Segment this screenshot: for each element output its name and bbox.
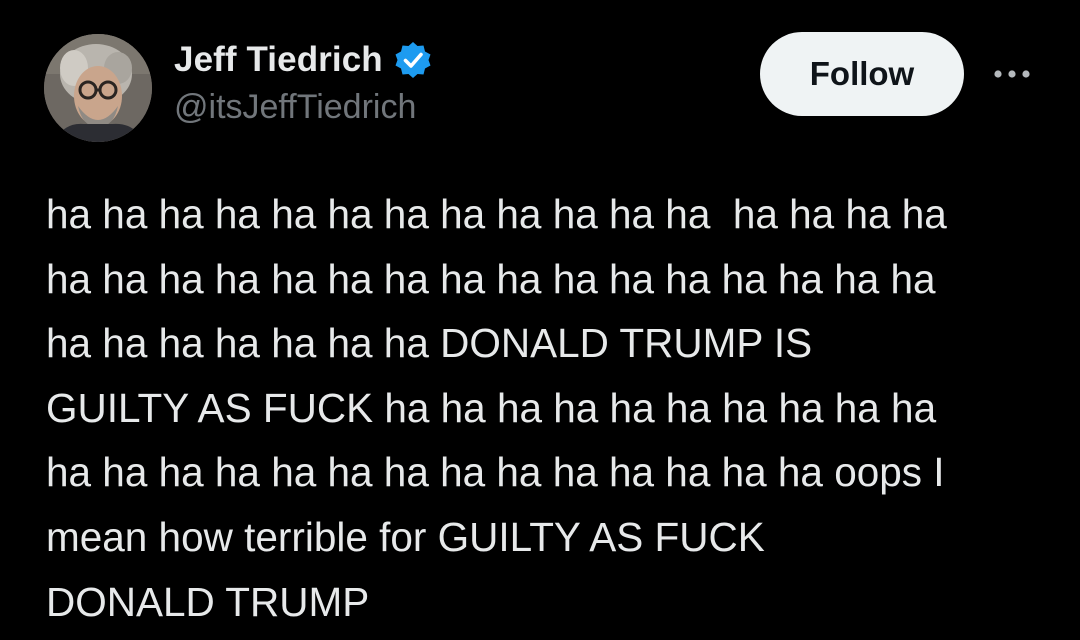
tweet-text-line: ha ha ha ha ha ha ha ha ha ha ha ha ha h… (46, 255, 936, 302)
tweet-text-line: DONALD TRUMP (46, 578, 370, 625)
tweet-card: Jeff Tiedrich @itsJeffTiedrich Follow ha… (0, 0, 1080, 640)
tweet-text-line: ha ha ha ha ha ha ha ha ha ha ha ha ha h… (46, 449, 945, 496)
author-avatar[interactable] (44, 34, 152, 142)
author-handle[interactable]: @itsJeffTiedrich (174, 88, 416, 127)
verified-badge-icon (393, 40, 433, 80)
more-options-icon[interactable] (988, 56, 1036, 92)
tweet-text-line: mean how terrible for GUILTY AS FUCK (46, 513, 765, 560)
tweet-text-line: ha ha ha ha ha ha ha DONALD TRUMP IS (46, 320, 813, 367)
follow-button[interactable]: Follow (760, 32, 964, 116)
tweet-text: ha ha ha ha ha ha ha ha ha ha ha ha ha h… (46, 182, 1056, 634)
tweet-text-line: ha ha ha ha ha ha ha ha ha ha ha ha ha h… (46, 191, 947, 237)
author-name-row[interactable]: Jeff Tiedrich (174, 36, 433, 84)
avatar-image (44, 34, 152, 142)
author-display-name[interactable]: Jeff Tiedrich (174, 40, 383, 80)
tweet-text-line: GUILTY AS FUCK ha ha ha ha ha ha ha ha h… (46, 384, 937, 431)
